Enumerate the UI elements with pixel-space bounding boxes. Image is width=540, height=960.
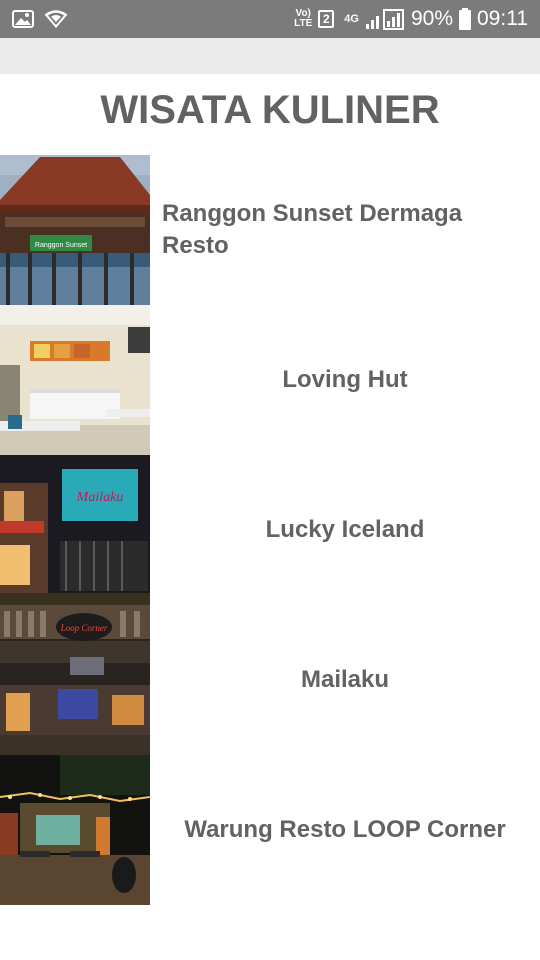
list-item[interactable]: Warung Resto LOOP Corner [0,755,540,905]
restaurant-sign-text: Loop Corner [60,623,108,633]
app-bar [0,38,540,74]
restaurant-name: Loving Hut [282,366,408,393]
wifi-icon [44,10,68,28]
restaurant-photo: Loop Corner [0,605,150,755]
restaurant-sign-text: Mailaku [76,490,124,505]
restaurant-name: Ranggon Sunset Dermaga Resto [162,200,463,259]
clock: 09:11 [477,7,528,30]
volte-bottom-label: LTE [294,18,313,29]
network-type-label: 4G [344,13,359,25]
image-icon [12,10,34,28]
restaurant-photo: Mailaku [0,455,150,605]
list-item[interactable]: Mailaku Lucky Iceland [0,455,540,605]
volte-indicator: Vo) LTE [294,9,312,29]
signal-icon [365,9,404,30]
restaurant-photo: Ranggon Sunset [0,155,150,305]
battery-icon [459,8,471,30]
restaurant-photo [0,755,150,905]
list-item[interactable]: Loop Corner Mailaku [0,605,540,755]
restaurant-name: Warung Resto LOOP Corner [184,816,506,843]
list-item[interactable]: Loving Hut [0,305,540,455]
restaurant-sign-text: Ranggon Sunset [35,242,87,249]
restaurant-photo [0,305,150,455]
list-item[interactable]: Ranggon Sunset Ranggon Sunset Dermaga Re… [0,155,540,305]
page-title: WISATA KULINER [100,88,440,132]
restaurant-name: Mailaku [300,666,390,693]
restaurant-name: Lucky Iceland [265,516,425,543]
status-bar: Vo) LTE 2 4G 90% 09:11 [0,0,540,38]
sim-slot-badge: 2 [318,10,335,28]
restaurant-list: Ranggon Sunset Ranggon Sunset Dermaga Re… [0,155,540,905]
battery-percent: 90% [410,7,453,30]
